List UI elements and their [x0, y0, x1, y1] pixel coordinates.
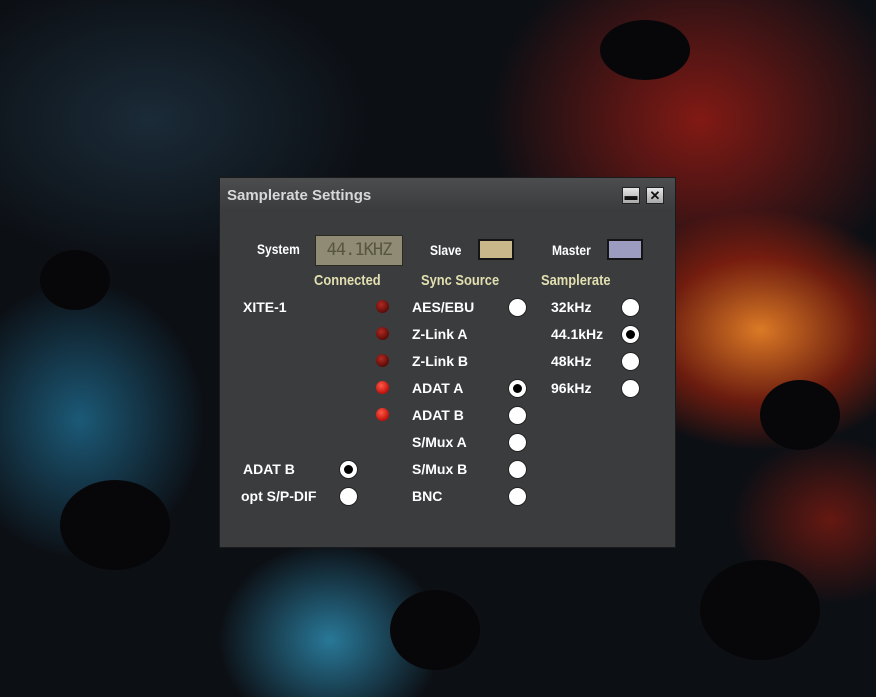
samplerate-lcd-display: 44.1KHZ	[315, 235, 403, 266]
samplerate-label-96khz: 96kHz	[551, 380, 592, 396]
master-label: Master	[552, 242, 591, 258]
samplerate-label-32khz: 32kHz	[551, 299, 592, 315]
minimize-button[interactable]: ▬	[622, 187, 640, 204]
master-button[interactable]	[607, 239, 643, 260]
samplerate-radio-48khz[interactable]	[621, 352, 640, 371]
sync-source-label-aes-ebu: AES/EBU	[412, 299, 475, 315]
slave-button[interactable]	[478, 239, 514, 260]
title-bar[interactable]: Samplerate Settings ▬ ✕	[220, 178, 675, 212]
output-label-adat-b: ADAT B	[243, 461, 295, 477]
device-name: XITE-1	[243, 299, 287, 315]
samplerate-settings-window: Samplerate Settings ▬ ✕ System 44.1KHZ S…	[219, 177, 676, 548]
sync-source-label-smux-a: S/Mux A	[412, 434, 467, 450]
connected-led-adat-b	[376, 408, 389, 421]
output-label-opt-spdif: opt S/P-DIF	[241, 488, 317, 504]
slave-label: Slave	[430, 242, 462, 258]
sync-source-header: Sync Source	[421, 272, 500, 289]
sync-source-radio-bnc[interactable]	[508, 487, 527, 506]
background-rock	[600, 20, 690, 80]
background-rock	[760, 380, 840, 450]
background-rock	[40, 250, 110, 310]
background-rock	[700, 560, 820, 660]
sync-source-label-z-link-b: Z-Link B	[412, 353, 468, 369]
connected-led-z-link-a	[376, 327, 389, 340]
sync-source-label-smux-b: S/Mux B	[412, 461, 468, 477]
background-rock	[390, 590, 480, 670]
sync-source-label-adat-b: ADAT B	[412, 407, 464, 423]
window-title: Samplerate Settings	[227, 187, 372, 204]
close-button[interactable]: ✕	[646, 187, 664, 204]
sync-source-radio-smux-b[interactable]	[508, 460, 527, 479]
sync-source-label-z-link-a: Z-Link A	[412, 326, 468, 342]
system-label: System	[257, 241, 300, 257]
connected-led-aes-ebu	[376, 300, 389, 313]
samplerate-label-48khz: 48kHz	[551, 353, 592, 369]
samplerate-header: Samplerate	[541, 272, 611, 289]
samplerate-radio-44-1khz[interactable]	[621, 325, 640, 344]
sync-source-label-adat-a: ADAT A	[412, 380, 464, 396]
sync-source-label-bnc: BNC	[412, 488, 443, 504]
background-rock	[60, 480, 170, 570]
sync-source-radio-adat-a[interactable]	[508, 379, 527, 398]
samplerate-label-44-1khz: 44.1kHz	[551, 326, 604, 342]
samplerate-radio-32khz[interactable]	[621, 298, 640, 317]
sync-source-radio-aes-ebu[interactable]	[508, 298, 527, 317]
output-radio-opt-spdif[interactable]	[339, 487, 358, 506]
connected-led-z-link-b	[376, 354, 389, 367]
connected-led-adat-a	[376, 381, 389, 394]
sync-source-radio-adat-b[interactable]	[508, 406, 527, 425]
output-radio-adat-b[interactable]	[339, 460, 358, 479]
samplerate-radio-96khz[interactable]	[621, 379, 640, 398]
sync-source-radio-smux-a[interactable]	[508, 433, 527, 452]
connected-header: Connected	[314, 272, 381, 289]
